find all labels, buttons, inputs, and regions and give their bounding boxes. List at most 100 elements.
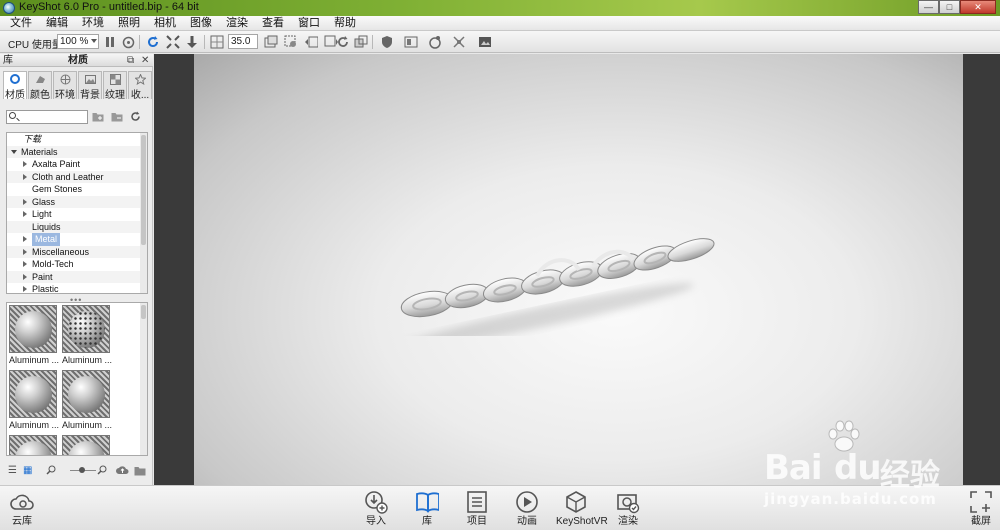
perspective-icon[interactable]: [354, 35, 368, 49]
tree-item[interactable]: Mold-Tech: [7, 258, 147, 271]
tree-item[interactable]: Paint: [7, 270, 147, 283]
tree-item[interactable]: Metal: [7, 233, 147, 246]
tree-item[interactable]: Cloth and Leather: [7, 170, 147, 183]
collapsed-arrow-icon[interactable]: [23, 286, 27, 292]
focal-length-input[interactable]: 35.0: [228, 34, 258, 49]
tree-item[interactable]: Plastic: [7, 283, 147, 293]
tree-item[interactable]: Axalta Paint: [7, 158, 147, 171]
screenshot-icon[interactable]: [478, 35, 492, 49]
tab-materials[interactable]: 材质: [3, 71, 27, 101]
menu-help[interactable]: 帮助: [327, 16, 363, 30]
tree-scrollbar[interactable]: [140, 133, 147, 293]
collapsed-arrow-icon[interactable]: [23, 273, 27, 280]
rotate-camera-icon[interactable]: [336, 35, 350, 49]
material-thumbnail[interactable]: Aluminum ...: [62, 435, 112, 455]
collapsed-arrow-icon[interactable]: [23, 161, 27, 167]
close-button[interactable]: ✕: [960, 0, 996, 14]
tree-item[interactable]: Miscellaneous: [7, 245, 147, 258]
collapsed-arrow-icon[interactable]: [23, 261, 27, 267]
material-thumbnail[interactable]: Aluminum ...: [62, 370, 112, 431]
pause-icon[interactable]: [103, 35, 117, 49]
performance-mode-icon[interactable]: [121, 35, 135, 49]
list-view-icon[interactable]: ☰: [8, 465, 17, 476]
material-thumbnail[interactable]: Aluminum ...: [9, 435, 59, 455]
close-panel-icon[interactable]: ✕: [141, 54, 149, 67]
toolbar-separator: [204, 35, 205, 49]
tree-item[interactable]: Liquids: [7, 220, 147, 233]
import-button[interactable]: 导入: [356, 490, 396, 530]
library-button[interactable]: 库: [407, 490, 447, 530]
undock-icon[interactable]: ⧉: [127, 54, 134, 67]
menu-render[interactable]: 渲染: [219, 16, 255, 30]
add-folder-icon[interactable]: [92, 111, 104, 122]
render-canvas[interactable]: [194, 54, 963, 485]
tree-item[interactable]: 下载: [7, 133, 147, 146]
drop-to-ground-icon[interactable]: [185, 35, 199, 49]
shield-icon[interactable]: [380, 35, 394, 49]
star-icon: [135, 74, 146, 85]
open-folder-icon[interactable]: [134, 465, 147, 479]
menu-environment[interactable]: 环境: [75, 16, 111, 30]
move-tool-icon[interactable]: [452, 35, 466, 49]
cloud-upload-icon[interactable]: [116, 465, 129, 479]
menu-camera[interactable]: 相机: [147, 16, 183, 30]
collapsed-arrow-icon[interactable]: [23, 236, 27, 242]
thumbnail-size-slider[interactable]: [70, 467, 96, 473]
collapsed-arrow-icon[interactable]: [23, 173, 27, 180]
tumble-camera-icon[interactable]: [304, 35, 318, 49]
tree-item[interactable]: Glass: [7, 195, 147, 208]
material-thumbnails: Aluminum ... Aluminum ... Aluminum ... Alum…: [6, 302, 148, 456]
material-graph-icon[interactable]: [428, 35, 442, 49]
minimize-button[interactable]: —: [918, 0, 939, 14]
project-button[interactable]: 项目: [457, 490, 497, 530]
tab-backgrounds[interactable]: 背景: [78, 71, 102, 101]
keyshotvr-button[interactable]: KeyShotVR: [556, 490, 608, 530]
library-search-input[interactable]: [6, 110, 88, 124]
cloud-library-button[interactable]: 云库: [2, 490, 42, 530]
menu-lighting[interactable]: 照明: [111, 16, 147, 30]
material-thumbnail[interactable]: Aluminum ...: [9, 370, 59, 431]
expanded-arrow-icon[interactable]: [11, 149, 17, 154]
tab-environments[interactable]: 环境: [53, 71, 77, 101]
tree-scrollbar-thumb[interactable]: [141, 135, 146, 245]
grid-view-icon[interactable]: ▦: [23, 465, 32, 476]
cpu-usage-select[interactable]: 100 %: [57, 34, 99, 49]
tab-colors[interactable]: 颜色: [28, 71, 52, 101]
render-button[interactable]: 渲染: [608, 490, 648, 530]
collapsed-arrow-icon[interactable]: [23, 248, 27, 255]
window-title: KeyShot 6.0 Pro - untitled.bip - 64 bit: [19, 1, 199, 13]
tree-item[interactable]: Gem Stones: [7, 183, 147, 196]
material-thumbnail[interactable]: Aluminum ...: [62, 305, 112, 366]
menu-image[interactable]: 图像: [183, 16, 219, 30]
collapsed-arrow-icon[interactable]: [23, 198, 27, 205]
render-region-icon[interactable]: [404, 35, 418, 49]
material-preview-image: [9, 435, 57, 455]
fit-to-view-icon[interactable]: [166, 35, 180, 49]
menu-edit[interactable]: 编辑: [39, 16, 75, 30]
capture-region-icon[interactable]: [284, 35, 298, 49]
zoom-in-icon[interactable]: [97, 465, 107, 478]
animation-button[interactable]: 动画: [507, 490, 547, 530]
collapsed-arrow-icon[interactable]: [23, 211, 27, 217]
chain-text-model[interactable]: [397, 236, 719, 336]
tab-favorites[interactable]: 收...: [128, 71, 152, 101]
menu-view[interactable]: 查看: [255, 16, 291, 30]
palette-icon: [36, 76, 45, 83]
reset-refresh-icon[interactable]: [146, 35, 160, 49]
slider-knob[interactable]: [79, 467, 85, 473]
menu-window[interactable]: 窗口: [291, 16, 327, 30]
tree-item[interactable]: Materials: [7, 145, 147, 158]
material-thumbnail[interactable]: Aluminum ...: [9, 305, 59, 366]
tree-item[interactable]: Light: [7, 208, 147, 221]
tab-textures[interactable]: 纹理: [103, 71, 127, 101]
screenshot-button[interactable]: 截屏: [961, 490, 1000, 530]
remove-folder-icon[interactable]: [111, 111, 123, 122]
real-time-viewport[interactable]: [154, 54, 1000, 485]
thumbnails-scrollbar-thumb[interactable]: [141, 305, 146, 319]
zoom-out-icon[interactable]: [46, 465, 56, 478]
menu-file[interactable]: 文件: [3, 16, 39, 30]
refresh-icon[interactable]: [130, 111, 142, 122]
geometry-view-icon[interactable]: [264, 35, 278, 49]
thumbnails-scrollbar[interactable]: [140, 303, 147, 455]
maximize-button[interactable]: □: [939, 0, 960, 14]
